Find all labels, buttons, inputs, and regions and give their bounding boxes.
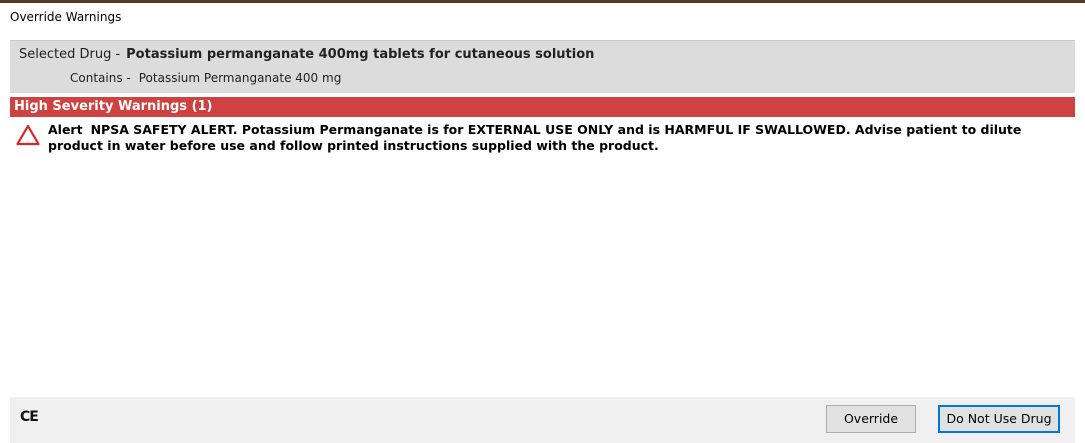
contains-label: Contains - — [70, 71, 131, 85]
warnings-panel: High Severity Warnings (1) Alert NPSA SAF… — [10, 97, 1075, 397]
warning-message: Alert NPSA SAFETY ALERT. Potassium Perman… — [48, 122, 1073, 154]
warning-triangle-icon — [16, 124, 40, 146]
contains-value: Potassium Permanganate 400 mg — [138, 71, 342, 85]
top-edge-strip — [0, 0, 1085, 3]
dialog-footer: CE Override Do Not Use Drug — [10, 397, 1075, 443]
ce-mark: CE — [20, 409, 39, 425]
high-severity-header: High Severity Warnings (1) — [10, 97, 1075, 117]
warning-type-label: Alert — [48, 122, 83, 137]
override-button[interactable]: Override — [826, 405, 916, 433]
do-not-use-drug-button[interactable]: Do Not Use Drug — [938, 405, 1060, 433]
selected-drug-row: Selected Drug - Potassium permanganate 40… — [19, 47, 594, 62]
window-title: Override Warnings — [10, 10, 122, 24]
selected-drug-name: Potassium permanganate 400mg tablets for… — [126, 47, 595, 62]
selected-drug-header: Selected Drug - Potassium permanganate 40… — [10, 40, 1075, 93]
contains-row: Contains - Potassium Permanganate 400 mg — [70, 71, 341, 85]
warning-text: NPSA SAFETY ALERT. Potassium Permanganat… — [48, 122, 1022, 153]
selected-drug-label: Selected Drug - — [19, 47, 121, 62]
